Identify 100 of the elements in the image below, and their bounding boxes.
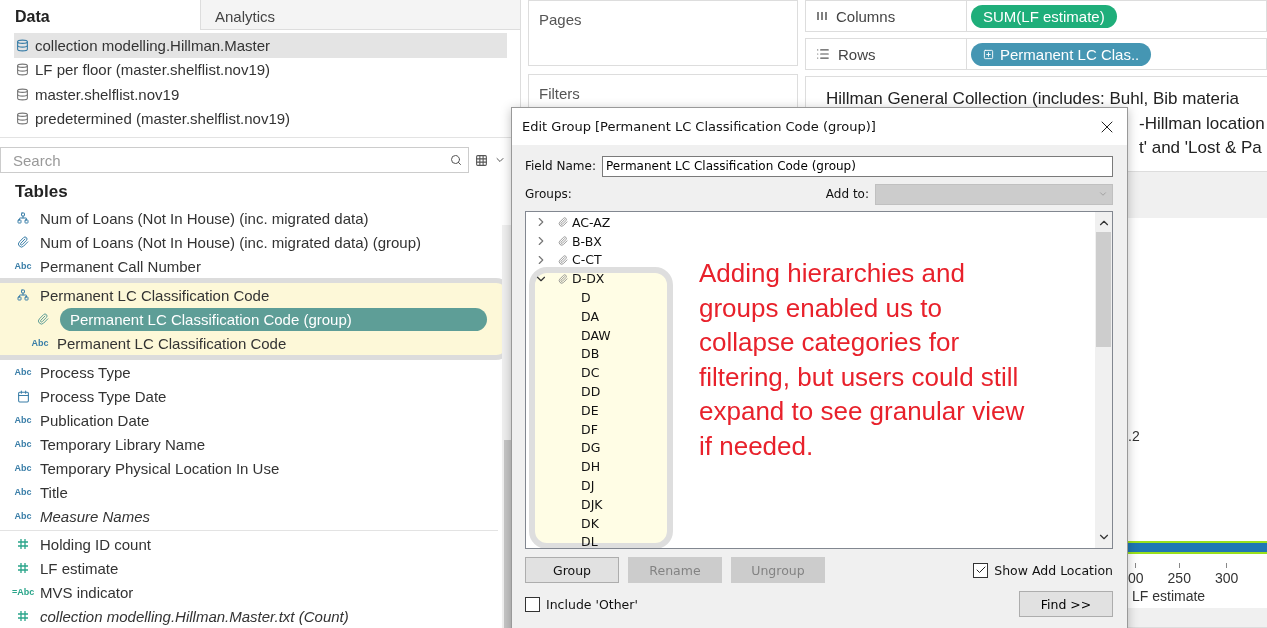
tree-item[interactable]: DA [526, 307, 599, 326]
paperclip-icon [558, 236, 568, 247]
paperclip-icon [558, 217, 568, 228]
number-icon [17, 562, 29, 574]
tree-item[interactable]: DL [526, 532, 598, 548]
string-type-icon: Abc [14, 415, 32, 425]
annotation-text: Adding hierarchies and groups enabled us to collapse categories for filtering, but users could still expand to see granular view if needed. [699, 257, 1026, 463]
field-item[interactable]: Measure Names [40, 507, 151, 525]
field-item[interactable]: collection modelling.Hillman.Master.txt (Count) [40, 607, 349, 625]
string-type-icon: Abc [14, 439, 32, 449]
data-source-item[interactable]: master.shelflist.nov19 [14, 82, 507, 107]
field-item[interactable]: MVS indicator [40, 583, 134, 601]
data-source-name: predetermined (master.shelflist.nov19) [35, 110, 291, 128]
find-button[interactable]: Find >> [1019, 591, 1113, 617]
hierarchy-icon [17, 289, 29, 301]
tree-item[interactable]: DF [526, 419, 598, 439]
paperclip-icon [558, 273, 568, 284]
checkbox-label: Show Add Location [994, 562, 1113, 578]
field-label: Add to: [825, 187, 869, 201]
field-item[interactable]: Permanent Call Number [40, 257, 201, 275]
axis-tick-label: 00 [1128, 570, 1144, 586]
tree-item[interactable]: D [526, 288, 591, 307]
axis-title: LF estimate [1132, 588, 1206, 604]
field-item[interactable]: Temporary Library Name [40, 435, 206, 453]
string-type-icon: =Abc [11, 587, 35, 597]
shelf-label: Rows [838, 45, 876, 63]
axis-tick-label: 300 [1214, 570, 1239, 586]
caret-icon [1098, 189, 1108, 199]
axis-tick-label: 250 [1167, 570, 1191, 586]
view-title: t' and 'Lost & Pa [1139, 137, 1262, 159]
paperclip-icon [37, 313, 49, 325]
tree-item[interactable]: DJK [526, 494, 603, 514]
pane-title: Data [14, 8, 51, 27]
analytics-tab[interactable]: Analytics [200, 0, 520, 30]
data-source-item[interactable]: LF per floor (master.shelflist.nov19) [14, 57, 507, 82]
field-item[interactable]: Temporary Physical Location In Use [40, 459, 280, 477]
hierarchy-icon [17, 212, 29, 224]
field-item[interactable]: Process Type [40, 363, 131, 381]
tree-item[interactable]: DB [526, 344, 600, 364]
field-item[interactable]: Num of Loans (Not In House) (inc. migrated data) (group) [40, 233, 421, 251]
tree-item[interactable]: DG [526, 438, 601, 458]
checkbox[interactable] [973, 562, 989, 578]
search-icon [450, 154, 463, 166]
field-item[interactable]: LF estimate [40, 559, 119, 577]
data-source-name: LF per floor (master.shelflist.nov19) [35, 61, 271, 79]
columns-icon [816, 11, 828, 21]
data-source-item[interactable]: collection modelling.Hillman.Master [14, 33, 507, 58]
string-type-icon: Abc [14, 463, 32, 473]
card-label: Filters [539, 85, 580, 102]
tree-item[interactable]: DH [526, 457, 601, 477]
string-type-icon: Abc [14, 511, 32, 521]
tree-item[interactable]: D-DX [526, 269, 605, 289]
number-icon [17, 538, 29, 550]
tree-item[interactable]: DK [526, 513, 599, 533]
data-source-item[interactable]: predetermined (master.shelflist.nov19) [14, 106, 507, 131]
checkbox-label: Include 'Other' [546, 596, 638, 612]
field-item[interactable]: Permanent LC Classification Code [57, 334, 287, 352]
dialog-title: Edit Group [Permanent LC Classification Code (group)] [522, 119, 876, 134]
section-heading: Tables [14, 181, 69, 203]
tree-item[interactable]: B-BX [526, 231, 602, 251]
number-icon [17, 610, 29, 622]
string-type-icon: Abc [31, 338, 49, 348]
paperclip-icon [558, 255, 568, 265]
paperclip-icon [17, 236, 29, 248]
data-source-name: master.shelflist.nov19 [35, 85, 180, 103]
tree-item[interactable]: DC [526, 363, 600, 383]
mark-label: .2 [1128, 428, 1140, 444]
grid-icon[interactable] [475, 153, 488, 167]
field-label: Groups: [525, 187, 572, 201]
field-item[interactable]: Holding ID count [40, 535, 151, 553]
tree-item[interactable]: AC-AZ [526, 213, 611, 232]
scroll-thumb[interactable] [1096, 232, 1111, 347]
scrollbar[interactable] [1095, 212, 1112, 548]
tree-item[interactable]: DD [526, 382, 601, 401]
tree-item[interactable]: DJ [526, 476, 595, 495]
checkbox[interactable] [525, 596, 540, 612]
card-label: Pages [539, 11, 582, 28]
field-label: Field Name: [525, 159, 596, 173]
calendar-icon [16, 389, 30, 403]
database-icon [16, 38, 29, 52]
string-type-icon: Abc [14, 367, 32, 377]
tree-item[interactable]: DAW [526, 325, 611, 345]
field-item[interactable]: Publication Date [40, 411, 150, 429]
tree-item[interactable]: DE [526, 400, 599, 420]
rows-icon [816, 47, 830, 61]
view-title: Hillman General Collection (includes: Buhl, Bib materia [826, 88, 1239, 110]
tree-item[interactable]: C-CT [526, 250, 602, 270]
field-item[interactable]: Process Type Date [40, 387, 167, 405]
field-item[interactable]: Title [40, 483, 68, 501]
view-title: -Hillman location [1139, 112, 1265, 135]
dialog-button[interactable]: Group [525, 557, 619, 583]
database-icon [16, 112, 29, 126]
checkmark-icon [974, 564, 987, 576]
field-item[interactable]: Num of Loans (Not In House) (inc. migrated data) [40, 209, 369, 227]
string-type-icon: Abc [14, 487, 32, 497]
string-type-icon: Abc [14, 261, 32, 271]
search-field[interactable]: Search [0, 147, 470, 173]
field-name-input[interactable]: Permanent LC Classification Code (group) [601, 155, 1113, 177]
expand-icon [983, 48, 994, 60]
field-item[interactable]: Permanent LC Classification Code [40, 286, 270, 304]
